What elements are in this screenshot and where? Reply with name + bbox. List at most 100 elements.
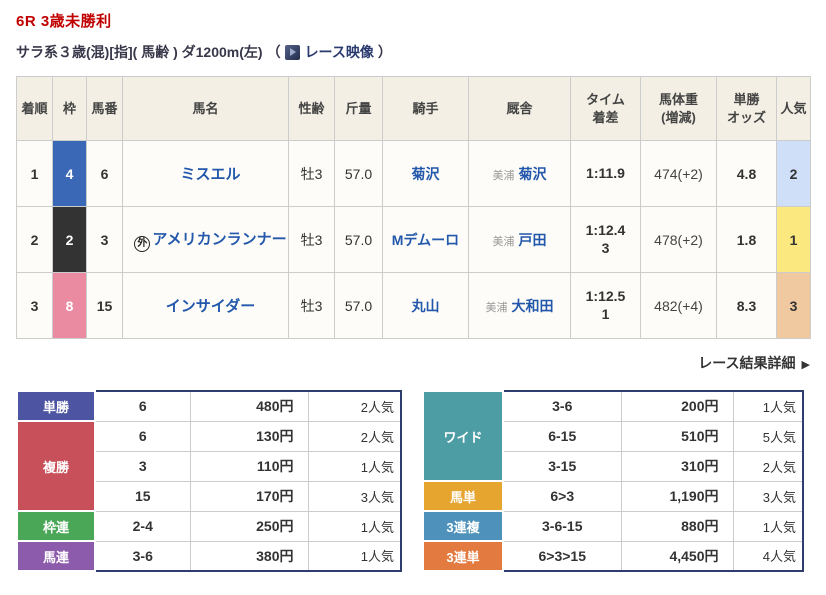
bet-type-sanrentan: 3連単 (422, 540, 504, 572)
sex-age: 牡3 (288, 272, 335, 339)
table-row: 2 2 3 外アメリカンランナー 牡3 57.0 Mデムーロ 美浦 戸田 1:12… (16, 206, 811, 273)
payout-amount: 1,190円 (620, 480, 734, 512)
col-win-odds: 単勝 オッズ (716, 76, 777, 141)
jockey-link[interactable]: 丸山 (412, 298, 440, 314)
payout-combo: 6>3>15 (502, 540, 622, 572)
bracket-number: 4 (52, 140, 87, 207)
col-horse-name: 馬名 (122, 76, 289, 141)
payout-combo: 3-6 (502, 390, 622, 422)
results-header-row: 着順 枠 馬番 馬名 性齢 斤量 騎手 厩舎 タイム 着差 馬体重 (増減) 単勝オ… (16, 76, 811, 141)
bet-type-umaren: 馬連 (16, 540, 96, 572)
payout-row-sanrentan: 3連単 6>3>15 4,450円 4人気 (422, 540, 804, 572)
payout-popularity: 5人気 (732, 420, 804, 452)
finish-time: 1:12.4 (585, 222, 626, 238)
race-video-link[interactable]: レース映像 (284, 42, 374, 62)
col-bracket: 枠 (52, 76, 87, 141)
horse-name-cell: 外アメリカンランナー (122, 206, 289, 273)
race-results-table: 着順 枠 馬番 馬名 性齢 斤量 騎手 厩舎 タイム 着差 馬体重 (増減) 単勝オ… (16, 76, 811, 339)
bracket-number: 8 (52, 272, 87, 339)
trainer-link[interactable]: 戸田 (519, 232, 547, 248)
page-title: 6R 3歳未勝利 (16, 13, 112, 30)
bet-type-wakuren: 枠連 (16, 510, 96, 542)
payout-row-fukusho: 複勝 6 130円 2人気 (16, 420, 402, 512)
jockey-cell: 丸山 (382, 272, 469, 339)
race-result-detail-link[interactable]: レース結果詳細 ▶ (698, 355, 810, 371)
payout-amount: 480円 (189, 390, 309, 422)
horse-number: 15 (86, 272, 123, 339)
col-popularity: 人気 (776, 76, 811, 141)
jockey-link[interactable]: Mデムーロ (392, 232, 459, 248)
col-horse-weight: 馬体重 (増減) (640, 76, 717, 141)
trainer-link[interactable]: 大和田 (512, 298, 554, 314)
carried-weight: 57.0 (334, 206, 383, 273)
payout-amount: 310円 (620, 450, 734, 482)
carried-weight: 57.0 (334, 272, 383, 339)
col-jockey: 騎手 (382, 76, 469, 141)
col-number: 馬番 (86, 76, 123, 141)
bet-type-umatan: 馬単 (422, 480, 504, 512)
horse-number: 6 (86, 140, 123, 207)
finish-time: 1:11.9 (586, 164, 625, 181)
jockey-link[interactable]: 菊沢 (412, 166, 440, 182)
payout-row-umatan: 馬単 6>3 1,190円 3人気 (422, 480, 804, 512)
margin: 1 (601, 305, 610, 322)
col-time-margin: タイム 着差 (570, 76, 641, 141)
col-carried-weight: 斤量 (334, 76, 383, 141)
stable-cell: 美浦 戸田 (468, 206, 571, 273)
payout-popularity: 3人気 (307, 480, 402, 512)
popularity-rank: 2 (776, 140, 811, 207)
payout-amount: 380円 (189, 540, 309, 572)
horse-weight: 474(+2) (640, 140, 717, 207)
payout-popularity: 2人気 (307, 390, 402, 422)
payout-amount: 510円 (620, 420, 734, 452)
finish-position: 2 (16, 206, 53, 273)
payout-combo: 6 (94, 390, 191, 422)
race-result-page: 6R 3歳未勝利 サラ系３歳(混)[指]( 馬齢 ) ダ1200m(左) （ レ… (0, 0, 826, 572)
bet-type-wide: ワイド (422, 390, 504, 482)
race-conditions: サラ系３歳(混)[指]( 馬齢 ) ダ1200m(左) （ レース映像 ） (16, 42, 810, 62)
sex-age: 牡3 (288, 206, 335, 273)
horse-weight: 482(+4) (640, 272, 717, 339)
payout-popularity: 3人気 (732, 480, 804, 512)
stable-cell: 美浦 菊沢 (468, 140, 571, 207)
time-margin-cell: 1:11.9 (570, 140, 641, 207)
stable-region: 美浦 (492, 169, 515, 182)
payout-amount: 250円 (189, 510, 309, 542)
margin: 3 (601, 239, 610, 256)
horse-number: 3 (86, 206, 123, 273)
payout-row-tansho: 単勝 6 480円 2人気 (16, 390, 402, 422)
payout-row-umaren: 馬連 3-6 380円 1人気 (16, 540, 402, 572)
stable-region: 美浦 (492, 235, 515, 248)
video-play-icon (284, 44, 300, 60)
trainer-link[interactable]: 菊沢 (519, 166, 547, 182)
popularity-rank: 1 (776, 206, 811, 273)
bet-type-tansho: 単勝 (16, 390, 96, 422)
horse-name-cell: ミスエル (122, 140, 289, 207)
time-margin-cell: 1:12.4 3 (570, 206, 641, 273)
stable-cell: 美浦 大和田 (468, 272, 571, 339)
payout-combo: 3 (94, 450, 191, 482)
horse-name-link[interactable]: インサイダー (166, 298, 255, 315)
carried-weight: 57.0 (334, 140, 383, 207)
payout-row-wakuren: 枠連 2-4 250円 1人気 (16, 510, 402, 542)
popularity-rank: 3 (776, 272, 811, 339)
horse-name-link[interactable]: ミスエル (180, 166, 240, 183)
payout-popularity: 2人気 (732, 450, 804, 482)
race-video-link-label[interactable]: レース映像 (305, 42, 374, 62)
right-arrow-icon: ▶ (801, 359, 810, 371)
horse-name-link[interactable]: アメリカンランナー (152, 231, 286, 248)
stable-region: 美浦 (485, 301, 508, 314)
bet-type-fukusho: 複勝 (16, 420, 96, 512)
video-paren-open: （ (266, 44, 281, 60)
table-row: 3 8 15 インサイダー 牡3 57.0 丸山 美浦 大和田 1:12.5 1 4… (16, 272, 811, 339)
race-conditions-text: サラ系３歳(混)[指]( 馬齢 ) ダ1200m(左) (16, 44, 263, 60)
payout-combo: 3-6 (94, 540, 191, 572)
jockey-cell: 菊沢 (382, 140, 469, 207)
payout-amount: 200円 (620, 390, 734, 422)
play-triangle-icon (290, 48, 297, 56)
payout-combo: 15 (94, 480, 191, 512)
win-odds: 1.8 (716, 206, 777, 273)
payout-combo: 6 (94, 420, 191, 452)
time-margin-cell: 1:12.5 1 (570, 272, 641, 339)
payout-table-right: ワイド 3-6 200円 1人気 6-15 510円 5人気 3-15 310円… (422, 390, 804, 572)
